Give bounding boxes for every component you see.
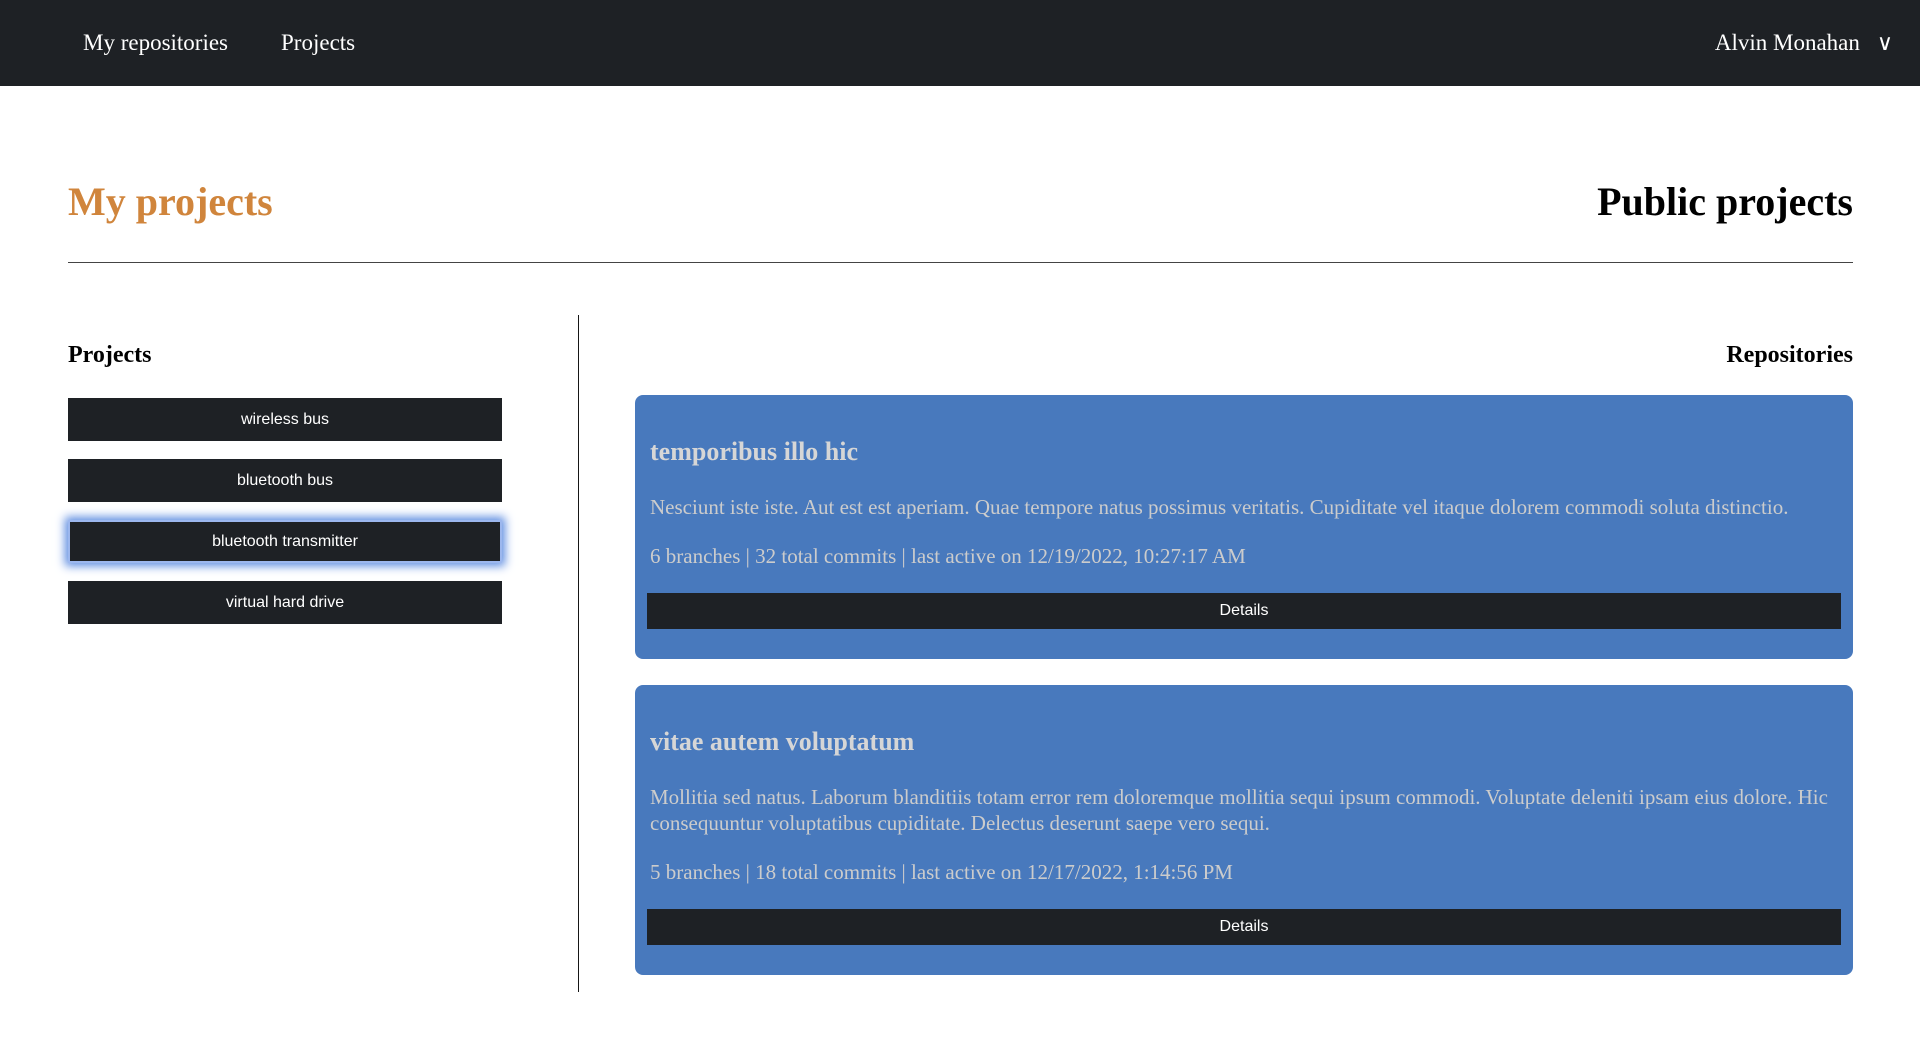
stats-separator: | — [740, 544, 755, 568]
projects-heading: Projects — [68, 342, 578, 369]
user-menu[interactable]: Alvin Monahan ∨ — [1715, 30, 1893, 56]
nav-links: My repositories Projects — [83, 30, 355, 56]
projects-panel: Projects wireless bus bluetooth bus blue… — [68, 315, 578, 992]
page-titles: My projects Public projects — [68, 180, 1853, 224]
details-button[interactable]: Details — [647, 909, 1841, 945]
project-button[interactable]: bluetooth transmitter — [68, 520, 502, 563]
navbar: My repositories Projects Alvin Monahan ∨ — [0, 0, 1920, 86]
repo-card: temporibus illo hic Nesciunt iste iste. … — [635, 395, 1853, 659]
repo-title: vitae autem voluptatum — [650, 727, 1838, 757]
content-columns: Projects wireless bus bluetooth bus blue… — [68, 315, 1853, 992]
project-list: wireless bus bluetooth bus bluetooth tra… — [68, 398, 578, 624]
user-name: Alvin Monahan — [1715, 30, 1860, 56]
chevron-down-icon: ∨ — [1877, 30, 1893, 56]
my-projects-title: My projects — [68, 180, 273, 224]
stats-separator: | — [896, 544, 911, 568]
repositories-panel: Repositories temporibus illo hic Nesciun… — [579, 315, 1853, 992]
title-divider — [68, 262, 1853, 263]
page-container: My projects Public projects Projects wir… — [68, 180, 1853, 992]
stats-separator: | — [740, 860, 755, 884]
project-button[interactable]: bluetooth bus — [68, 459, 502, 502]
details-button[interactable]: Details — [647, 593, 1841, 629]
repo-description: Mollitia sed natus. Laborum blanditiis t… — [650, 784, 1838, 836]
repo-description: Nesciunt iste iste. Aut est est aperiam.… — [650, 494, 1838, 520]
repo-last-active: last active on 12/17/2022, 1:14:56 PM — [911, 860, 1233, 884]
repo-last-active: last active on 12/19/2022, 10:27:17 AM — [911, 544, 1246, 568]
project-button[interactable]: virtual hard drive — [68, 581, 502, 624]
repo-title: temporibus illo hic — [650, 437, 1838, 467]
public-projects-title: Public projects — [1597, 180, 1853, 224]
repo-stats: 5 branches | 18 total commits | last act… — [650, 860, 1838, 885]
repo-stats: 6 branches | 32 total commits | last act… — [650, 544, 1838, 569]
nav-link-projects[interactable]: Projects — [281, 30, 355, 56]
stats-separator: | — [896, 860, 911, 884]
nav-link-my-repositories[interactable]: My repositories — [83, 30, 228, 56]
repo-commits: 32 total commits — [755, 544, 896, 568]
project-button[interactable]: wireless bus — [68, 398, 502, 441]
repo-branches: 5 branches — [650, 860, 740, 884]
repo-card: vitae autem voluptatum Mollitia sed natu… — [635, 685, 1853, 975]
repositories-heading: Repositories — [635, 342, 1853, 369]
repo-commits: 18 total commits — [755, 860, 896, 884]
repo-branches: 6 branches — [650, 544, 740, 568]
